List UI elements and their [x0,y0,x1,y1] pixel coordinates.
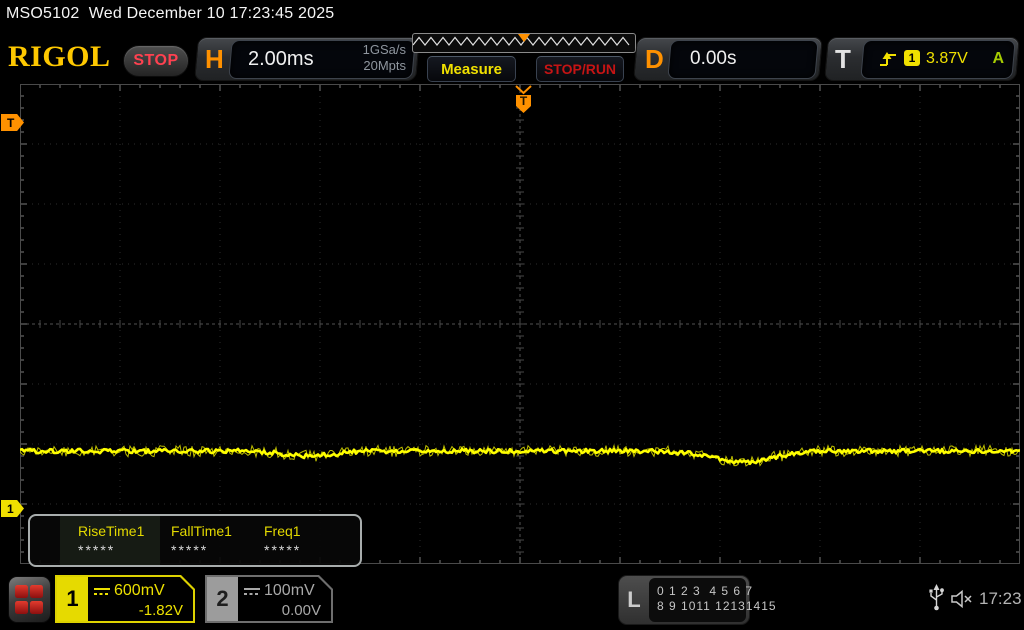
channel1-offset-value: -1.82V [138,602,183,619]
memory-preview-bar[interactable] [412,33,636,53]
timebase-value: 2.00ms [248,48,314,70]
trigger-sweep-mode: A [992,50,1004,67]
measurement-item[interactable]: FallTime1 ***** [163,516,255,565]
trigger-position-marker[interactable]: T [514,85,533,115]
channel2-scale: 100mV [244,582,315,600]
menu-square [30,600,43,614]
channel2-inner: 2 100mV 0.00V [207,577,331,621]
menu-square [15,585,28,598]
logic-analyzer-block[interactable]: L 0 1 2 3 4 5 6 7 8 9 1011 12131415 [618,575,777,625]
measurement-item[interactable]: Freq1 ***** [256,516,348,565]
status-title: MSO5102 Wed December 10 17:23:45 2025 [6,5,335,22]
measurement-value: ***** [171,542,209,558]
trigger-source-badge: 1 [904,50,920,66]
measurement-name: FallTime1 [171,523,232,539]
channel2-offset-value: 0.00V [281,602,321,619]
channel1-scale: 600mV [94,582,165,600]
horizontal-label: H [205,44,224,74]
trigger-menu-tab[interactable]: T 1 3.87V A [824,37,1020,81]
logic-analyzer-label: L [627,587,641,612]
dc-coupling-icon [244,587,260,596]
measurement-name: RiseTime1 [78,523,145,539]
channel2-scale-value: 100mV [264,582,315,599]
channel2-status-block[interactable]: 2 100mV 0.00V [205,575,333,623]
menu-square [30,585,43,598]
delay-menu-tab[interactable]: D 0.00s [633,37,823,81]
channel1-inner: 1 600mV -1.82V [57,577,193,621]
main-menu-button[interactable] [8,576,51,623]
trigger-label: T [835,44,851,74]
memory-depth: 20Mpts [363,58,406,73]
logic-row-2: 8 9 1011 12131415 [657,599,777,613]
measurement-value: ***** [264,542,302,558]
horizontal-menu-tab[interactable]: H 2.00ms 1GSa/s 20Mpts [194,37,420,81]
speaker-muted-icon [951,589,972,609]
measurement-panel[interactable]: RiseTime1 ***** FallTime1 ***** Freq1 **… [28,514,362,567]
channel2-number-tab: 2 [207,577,238,621]
dc-coupling-icon [94,587,110,596]
delay-label: D [645,44,664,74]
measure-button[interactable]: Measure [427,56,516,82]
usb-icon [929,584,944,611]
logic-row-1: 0 1 2 3 4 5 6 7 [657,584,754,598]
menu-grid-icon [14,584,45,615]
acquisition-info: 1GSa/s 20Mpts [363,42,406,74]
measurement-value: ***** [78,542,116,558]
grid-and-trace [19,83,1021,565]
sample-rate: 1GSa/s [362,42,406,57]
rising-edge-trigger-icon [880,52,896,66]
svg-text:T: T [520,94,528,108]
trigger-level-value: 3.87V [926,50,968,67]
stop-run-button[interactable]: STOP/RUN [536,56,624,82]
graticule [19,83,1021,565]
measurement-item[interactable]: RiseTime1 ***** [70,516,162,565]
trigger-position-icon: T [515,85,532,113]
clock: 17:23 [979,589,1022,608]
channel1-number-tab: 1 [57,577,88,621]
acquisition-state-badge: STOP [123,45,189,77]
channel1-scale-value: 600mV [114,582,165,599]
channel1-status-block[interactable]: 1 600mV -1.82V [55,575,195,623]
delay-value: 0.00s [690,48,737,69]
logic-channel-list: 0 1 2 3 4 5 6 7 8 9 1011 12131415 [649,578,777,622]
preview-position-marker-icon[interactable] [518,34,530,42]
measurement-name: Freq1 [264,523,301,539]
rigol-logo: RIGOL [8,40,111,73]
menu-square [15,600,28,614]
